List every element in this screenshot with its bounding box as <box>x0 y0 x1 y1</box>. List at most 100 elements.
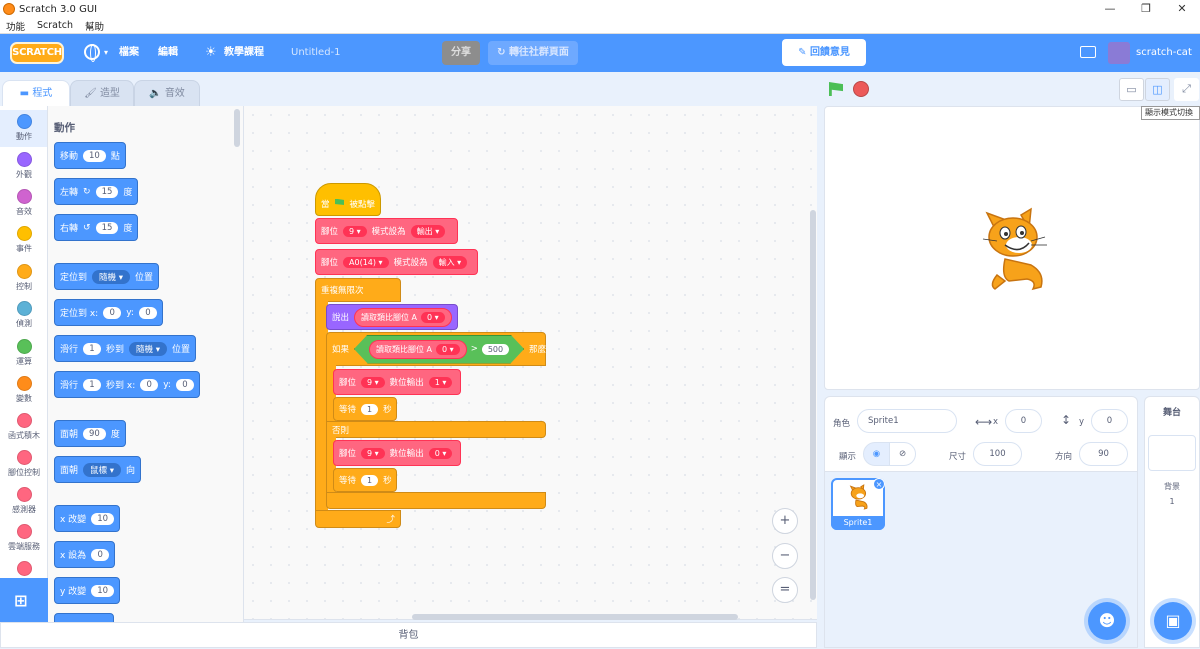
pin-dropdown[interactable]: 9 <box>361 447 385 459</box>
block-point-direction[interactable]: 面朝 90 度 <box>54 420 126 447</box>
menu-scratch[interactable]: Scratch <box>31 20 79 31</box>
stage-canvas[interactable] <box>824 106 1200 390</box>
share-button[interactable]: 分享 <box>442 41 480 65</box>
pin-dropdown[interactable]: A0(14) <box>343 256 389 268</box>
if-else-block[interactable]: 如果 讀取類比腳位 A0 > 500 那麼 <box>326 332 546 366</box>
see-community-button[interactable]: ↻ 轉往社群頁面 <box>488 41 578 65</box>
project-title-input[interactable]: Untitled-1 <box>291 34 341 72</box>
say-block[interactable]: 說出 讀取類比腳位 A0 <box>326 304 458 330</box>
add-sprite-button[interactable]: ☻ <box>1088 602 1126 640</box>
category-cloud-service[interactable]: 雲端服務 <box>0 520 47 557</box>
category-motion[interactable]: 動作 <box>0 110 47 147</box>
tab-costumes[interactable]: 🖌 造型 <box>70 80 134 106</box>
category-my-blocks[interactable]: 函式積木 <box>0 409 47 446</box>
value-dropdown[interactable]: 0 <box>428 447 453 459</box>
block-input[interactable]: 10 <box>83 149 106 162</box>
close-button[interactable]: ✕ <box>1164 0 1200 18</box>
block-change-y[interactable]: y 改變 10 <box>54 577 121 604</box>
category-operators[interactable]: 運算 <box>0 335 47 372</box>
block-input[interactable]: 15 <box>95 185 119 198</box>
forever-block[interactable]: 重複無限次 <box>315 278 401 302</box>
palette-scrollbar[interactable] <box>234 109 240 147</box>
category-looks[interactable]: 外觀 <box>0 148 47 185</box>
pin-dropdown[interactable]: 9 <box>361 376 385 388</box>
digital-write-block[interactable]: 腳位 9 數位輸出 1 <box>333 369 461 395</box>
compare-value-input[interactable]: 500 <box>481 343 510 355</box>
user-avatar[interactable] <box>1108 42 1130 64</box>
block-input[interactable]: 15 <box>95 221 119 234</box>
category-variables[interactable]: 變數 <box>0 372 47 409</box>
x-input[interactable]: 0 <box>1005 409 1042 433</box>
language-globe-icon[interactable] <box>84 44 100 62</box>
large-stage-button[interactable]: ◫ <box>1145 78 1170 101</box>
block-goto-random[interactable]: 定位到隨機位置 <box>54 263 160 290</box>
zoom-in-button[interactable]: + <box>772 508 798 534</box>
block-change-x[interactable]: x 改變 10 <box>54 505 121 532</box>
block-turn-left[interactable]: 右轉 ↺ 15 度 <box>54 214 139 241</box>
add-backdrop-button[interactable]: ▣ <box>1154 602 1192 640</box>
block-dropdown[interactable]: 隨機 <box>129 341 168 356</box>
category-pin-control[interactable]: 腳位控制 <box>0 446 47 483</box>
block-input[interactable]: 90 <box>83 427 106 440</box>
set-pin-mode-block[interactable]: 腳位 A0(14) 模式設為輸入 <box>315 249 478 275</box>
block-input[interactable]: 0 <box>175 378 194 391</box>
block-move-steps[interactable]: 移動 10 點 <box>54 142 126 169</box>
my-stuff-folder-icon[interactable] <box>1080 46 1096 58</box>
when-flag-clicked-block[interactable]: 當 被點擊 <box>315 183 381 216</box>
category-control[interactable]: 控制 <box>0 260 47 297</box>
workspace-horizontal-scrollbar[interactable] <box>412 614 738 620</box>
category-sensors[interactable]: 感測器 <box>0 483 47 520</box>
scratch-cat-sprite[interactable] <box>975 207 1055 291</box>
sprite-name-input[interactable]: Sprite1 <box>857 409 957 433</box>
digital-write-block[interactable]: 腳位 9 數位輸出 0 <box>333 440 461 466</box>
read-analog-reporter[interactable]: 讀取類比腳位 A0 <box>354 307 452 327</box>
seconds-input[interactable]: 1 <box>361 403 379 415</box>
block-glide-xy[interactable]: 滑行 1 秒到 x: 0 y: 0 <box>54 371 200 398</box>
wait-block[interactable]: 等待 1 秒 <box>333 397 397 421</box>
block-set-x[interactable]: x 設為 0 <box>54 541 116 568</box>
category-sensing[interactable]: 偵測 <box>0 297 47 334</box>
stop-icon[interactable] <box>853 81 869 97</box>
seconds-input[interactable]: 1 <box>361 474 379 486</box>
delete-sprite-icon[interactable]: × <box>873 478 885 490</box>
tutorials-button[interactable]: 教學課程 <box>224 34 264 72</box>
file-menu[interactable]: 檔案 <box>119 34 139 72</box>
size-input[interactable]: 100 <box>973 442 1022 466</box>
minimize-button[interactable]: — <box>1092 0 1128 18</box>
tab-sounds[interactable]: 🔈 音效 <box>134 80 200 106</box>
zoom-out-button[interactable]: − <box>772 543 798 569</box>
block-glide-random[interactable]: 滑行 1 秒到隨機位置 <box>54 335 197 362</box>
block-input[interactable]: 1 <box>83 378 102 391</box>
scratch-logo[interactable]: SCRATCH <box>10 42 64 64</box>
block-goto-xy[interactable]: 定位到 x: 0 y: 0 <box>54 299 163 326</box>
sprite-tile[interactable]: × Sprite1 <box>831 478 885 530</box>
direction-input[interactable]: 90 <box>1079 442 1128 466</box>
y-input[interactable]: 0 <box>1091 409 1128 433</box>
analog-pin-dropdown[interactable]: 0 <box>436 343 460 355</box>
block-input[interactable]: 10 <box>91 512 115 525</box>
block-turn-right[interactable]: 左轉 ↻ 15 度 <box>54 178 139 205</box>
analog-pin-dropdown[interactable]: 0 <box>421 311 445 323</box>
read-analog-reporter[interactable]: 讀取類比腳位 A0 <box>369 339 467 359</box>
block-input[interactable]: 0 <box>140 378 159 391</box>
menu-function[interactable]: 功能 <box>0 19 31 33</box>
block-dropdown[interactable]: 隨機 <box>92 269 130 284</box>
mode-dropdown[interactable]: 輸出 <box>410 224 446 238</box>
pin-dropdown[interactable]: 9 <box>343 225 367 237</box>
fullscreen-button[interactable]: ⤢ <box>1174 78 1199 101</box>
maximize-button[interactable]: ❐ <box>1128 0 1164 18</box>
block-partial[interactable] <box>54 613 114 622</box>
block-input[interactable]: 0 <box>103 306 122 319</box>
mode-dropdown[interactable]: 輸入 <box>432 255 468 269</box>
category-sound[interactable]: 音效 <box>0 185 47 222</box>
value-dropdown[interactable]: 1 <box>428 376 453 388</box>
username[interactable]: scratch-cat <box>1136 34 1192 72</box>
show-visible-button[interactable]: ◉ <box>863 442 890 466</box>
zoom-reset-button[interactable]: = <box>772 577 798 603</box>
block-input[interactable]: 0 <box>91 548 110 561</box>
block-input[interactable]: 0 <box>138 306 157 319</box>
block-dropdown[interactable]: 鼠標 <box>83 462 121 477</box>
set-pin-mode-block[interactable]: 腳位 9 模式設為輸出 <box>315 218 458 244</box>
greater-than-operator[interactable]: 讀取類比腳位 A0 > 500 <box>354 334 525 364</box>
workspace-vertical-scrollbar[interactable] <box>810 210 816 600</box>
